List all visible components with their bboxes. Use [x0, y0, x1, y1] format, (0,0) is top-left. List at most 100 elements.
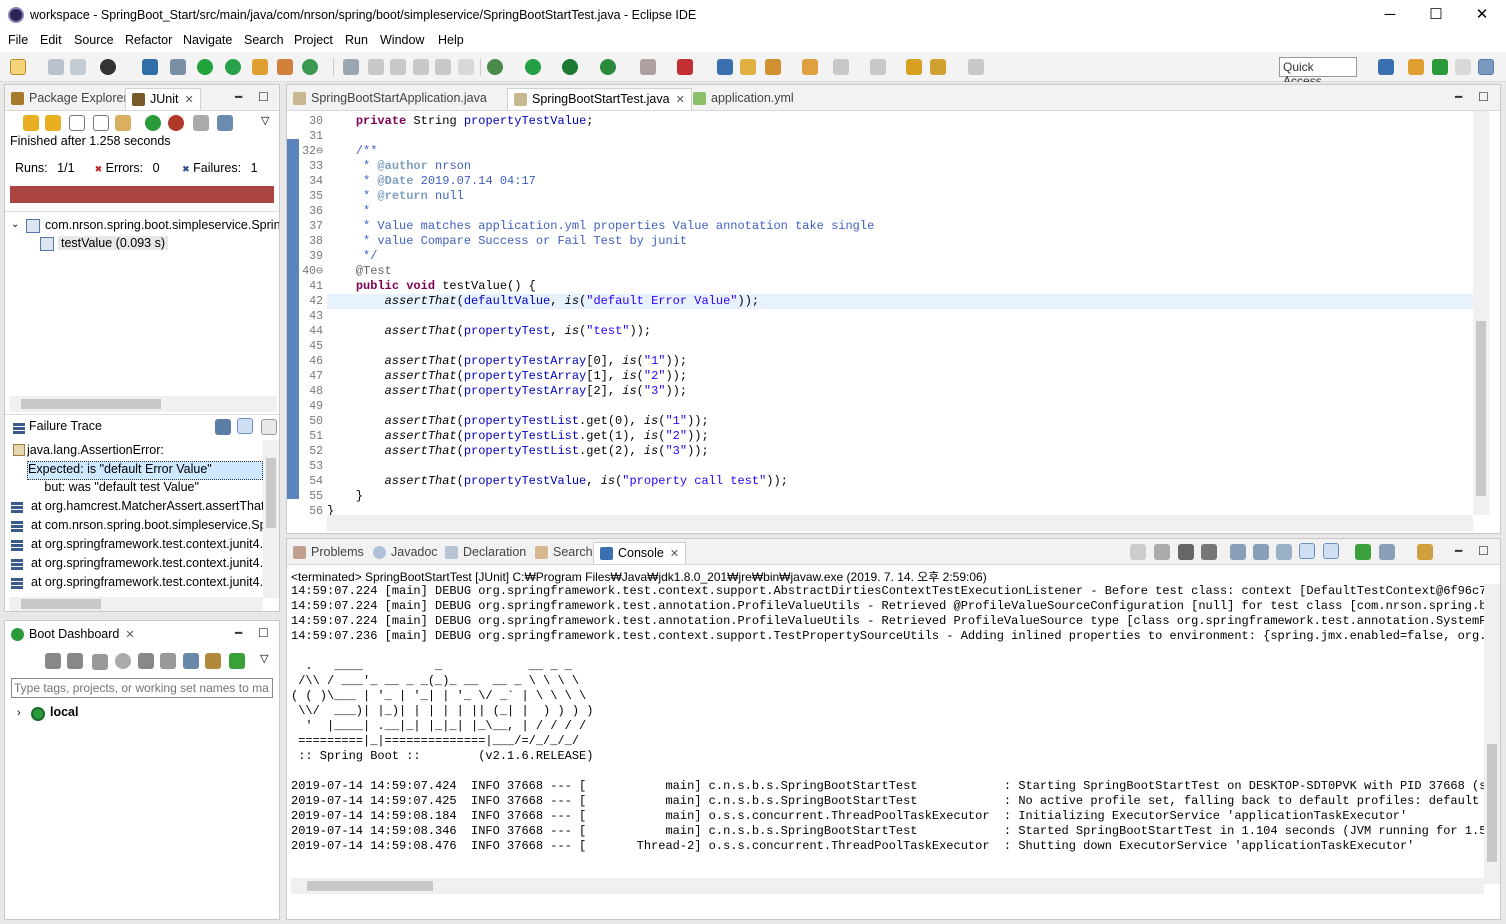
copy-trace-icon[interactable]: [261, 419, 277, 435]
scroll-thumb[interactable]: [1487, 744, 1497, 862]
external-tools-icon[interactable]: [600, 59, 616, 75]
menu-navigate[interactable]: Navigate: [183, 33, 232, 47]
view-menu-icon[interactable]: ▽: [261, 114, 269, 127]
remove-launch-icon[interactable]: [1178, 544, 1194, 560]
maximize-view-icon[interactable]: ☐: [258, 626, 269, 640]
test-suite-item[interactable]: com.nrson.spring.boot.simpleservice.Spri…: [45, 218, 279, 232]
trace-line[interactable]: at org.springframework.test.context.juni…: [31, 556, 263, 575]
tab-console[interactable]: Console ✕: [593, 542, 687, 564]
close-icon[interactable]: ✕: [670, 548, 679, 560]
edit-config-icon[interactable]: [160, 653, 176, 669]
back-icon[interactable]: [930, 59, 946, 75]
open-web-icon[interactable]: [115, 653, 131, 669]
scroll-thumb[interactable]: [21, 399, 161, 409]
code-line[interactable]: }: [327, 504, 1473, 515]
code-line[interactable]: [327, 129, 1473, 144]
minimize-view-icon[interactable]: ━: [1455, 90, 1462, 104]
code-line[interactable]: assertThat(propertyTestValue, is("proper…: [327, 474, 1473, 489]
code-line[interactable]: * value Compare Success or Fail Test by …: [327, 234, 1473, 249]
relaunch-icon[interactable]: [225, 59, 241, 75]
code-line[interactable]: assertThat(propertyTestArray[2], is("3")…: [327, 384, 1473, 399]
save-all-icon[interactable]: [70, 59, 86, 75]
terminal-icon[interactable]: [142, 59, 158, 75]
test-history-icon[interactable]: [217, 115, 233, 131]
stop-test-icon[interactable]: [193, 115, 209, 131]
editor-hscrollbar[interactable]: [327, 515, 1473, 531]
code-line[interactable]: [327, 399, 1473, 414]
minimize-button[interactable]: ─: [1375, 4, 1405, 26]
debug-stop-icon[interactable]: [677, 59, 693, 75]
console-hscrollbar[interactable]: [291, 878, 1484, 894]
console-vscrollbar[interactable]: [1484, 584, 1500, 884]
pen-icon[interactable]: [765, 59, 781, 75]
pin-icon[interactable]: [1130, 544, 1146, 560]
code-line[interactable]: assertThat(propertyTestArray[1], is("2")…: [327, 369, 1473, 384]
pin-console-icon[interactable]: [1355, 544, 1371, 560]
code-editor[interactable]: 30 private String propertyTestValue; 31 32…: [287, 110, 1473, 515]
open-perspective-icon[interactable]: [1378, 59, 1394, 75]
code-line[interactable]: [327, 309, 1473, 324]
word-wrap-icon[interactable]: [435, 59, 451, 75]
code-line[interactable]: * @return null: [327, 189, 1473, 204]
coverage-icon[interactable]: [562, 59, 578, 75]
menu-run[interactable]: Run: [345, 33, 368, 47]
open-type-icon[interactable]: [343, 59, 359, 75]
code-line[interactable]: assertThat(propertyTestList.get(2), is("…: [327, 444, 1473, 459]
debug-icon[interactable]: [487, 59, 503, 75]
back-history-icon[interactable]: [906, 59, 922, 75]
spring-icon[interactable]: [197, 59, 213, 75]
tab-junit[interactable]: JUnit ✕: [125, 88, 201, 110]
code-line[interactable]: assertThat(defaultValue, is("default Err…: [327, 294, 1473, 309]
java-perspective-icon[interactable]: [1478, 59, 1494, 75]
word-wrap-console-icon[interactable]: [1276, 544, 1292, 560]
whitespace-icon[interactable]: [458, 59, 474, 75]
code-line[interactable]: private String propertyTestValue;: [327, 114, 1473, 129]
trace-line[interactable]: at com.nrson.spring.boot.simpleservice.S…: [31, 518, 263, 537]
tab-boot-dashboard[interactable]: Boot Dashboard ✕: [5, 624, 141, 646]
code-line[interactable]: * Value matches application.yml properti…: [327, 219, 1473, 234]
filter-stack-trace-icon[interactable]: [237, 418, 253, 434]
tab-application-yml[interactable]: application.yml: [687, 88, 800, 110]
code-line[interactable]: /**: [327, 144, 1473, 159]
previous-failure-icon[interactable]: [45, 115, 61, 131]
open-folder-icon[interactable]: [717, 59, 733, 75]
stop-app-icon[interactable]: [92, 654, 108, 670]
trace-line[interactable]: but: was "default test Value": [27, 480, 199, 499]
menu-search[interactable]: Search: [244, 33, 284, 47]
scroll-lock-console-icon[interactable]: [1253, 544, 1269, 560]
chevron-down-icon[interactable]: ⌄: [11, 219, 19, 230]
trace-line[interactable]: at org.springframework.test.context.juni…: [31, 575, 263, 594]
menu-edit[interactable]: Edit: [40, 33, 62, 47]
maximize-view-icon[interactable]: ☐: [258, 90, 269, 104]
close-icon[interactable]: ✕: [184, 94, 193, 106]
tab-search[interactable]: Search: [529, 542, 599, 564]
tab-package-explorer[interactable]: Package Explorer: [5, 88, 134, 110]
maximize-view-icon[interactable]: ☐: [1478, 544, 1489, 558]
rerun-failed-icon[interactable]: [168, 115, 184, 131]
junit-tree-hscrollbar[interactable]: [9, 396, 277, 412]
quick-access-input[interactable]: Quick Access: [1279, 57, 1357, 88]
close-button[interactable]: ✕: [1467, 4, 1497, 26]
menu-refactor[interactable]: Refactor: [125, 33, 172, 47]
java-ee-perspective-icon[interactable]: [1408, 59, 1424, 75]
remove-all-icon[interactable]: [1201, 544, 1217, 560]
tab-declaration[interactable]: Declaration: [439, 542, 532, 564]
editor-vscrollbar[interactable]: [1473, 111, 1489, 515]
tab-problems[interactable]: Problems: [287, 542, 370, 564]
code-line[interactable]: }: [327, 489, 1473, 504]
code-line[interactable]: assertThat(propertyTestList.get(1), is("…: [327, 429, 1473, 444]
run-icon[interactable]: [525, 59, 541, 75]
expose-icon[interactable]: [205, 653, 221, 669]
view-menu-icon[interactable]: ▽: [260, 652, 268, 665]
menu-file[interactable]: File: [8, 33, 28, 47]
skip-breakpoints-icon[interactable]: [170, 59, 186, 75]
save-icon[interactable]: [48, 59, 64, 75]
trace-line-selected[interactable]: Expected: is "default Error Value": [27, 461, 263, 480]
add-icon[interactable]: [229, 653, 245, 669]
code-line[interactable]: * @author nrson: [327, 159, 1473, 174]
menu-window[interactable]: Window: [380, 33, 424, 47]
code-line[interactable]: *: [327, 204, 1473, 219]
tab-javadoc[interactable]: Javadoc: [367, 542, 444, 564]
layout-icon[interactable]: [115, 115, 131, 131]
open-console-icon[interactable]: [1417, 544, 1433, 560]
